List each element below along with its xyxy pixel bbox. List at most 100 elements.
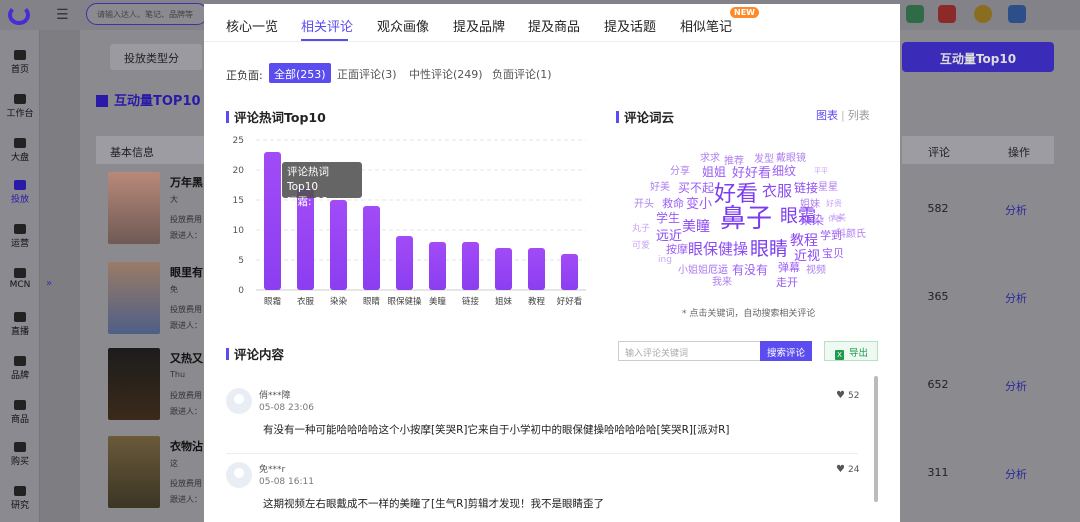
row-title[interactable]: 衣物沾 bbox=[170, 438, 204, 454]
global-search-input[interactable]: 请输入达人、笔记、品牌等 bbox=[86, 3, 208, 25]
analyze-link[interactable]: 分析 bbox=[986, 202, 1046, 218]
cloud-word[interactable]: 作者 bbox=[828, 216, 842, 223]
cloud-word[interactable]: 弹幕 bbox=[778, 262, 800, 273]
cloud-word[interactable]: 分享 bbox=[670, 167, 690, 177]
cloud-word[interactable]: 丸子 bbox=[632, 225, 650, 234]
cloud-word[interactable]: 鼻子 bbox=[720, 206, 772, 232]
cloud-word[interactable]: 链接 bbox=[794, 182, 818, 194]
tab-audience[interactable]: 观众画像 bbox=[377, 16, 429, 35]
table-row[interactable]: 又热又 Thu 投放费用 跟进人： bbox=[96, 348, 204, 428]
row-title[interactable]: 又热又 bbox=[170, 350, 204, 366]
tab-comments[interactable]: 相关评论 bbox=[301, 16, 353, 35]
view-list-toggle[interactable]: 列表 bbox=[848, 109, 870, 122]
nav-brand[interactable]: 品牌 bbox=[0, 356, 40, 381]
filter-all[interactable]: 全部(253) bbox=[269, 63, 331, 83]
cloud-word[interactable]: 姐姐 bbox=[702, 166, 726, 178]
tab-overview[interactable]: 核心一览 bbox=[226, 16, 278, 35]
nav-live[interactable]: 直播 bbox=[0, 312, 40, 337]
cloud-word[interactable]: ing bbox=[658, 256, 672, 265]
cloud-word[interactable]: 我来 bbox=[712, 278, 732, 288]
cloud-word[interactable]: 视频 bbox=[806, 266, 826, 276]
mail-icon[interactable] bbox=[1008, 5, 1026, 23]
cloud-word[interactable]: 按摩 bbox=[666, 244, 688, 255]
cloud-word[interactable]: 变小 bbox=[686, 198, 712, 211]
bar[interactable] bbox=[561, 254, 578, 290]
cloud-word[interactable]: 买不起 bbox=[678, 182, 714, 194]
nav-workbench[interactable]: 工作台 bbox=[0, 94, 40, 119]
expand-icon[interactable]: » bbox=[46, 278, 52, 289]
cloud-word[interactable]: 走开 bbox=[776, 277, 798, 288]
y-tick-label: 5 bbox=[238, 256, 244, 266]
tab-similar-notes[interactable]: 相似笔记 bbox=[680, 16, 732, 35]
cloud-word[interactable]: 学生 bbox=[656, 212, 680, 224]
comment-search-input[interactable]: 输入评论关键词 bbox=[618, 341, 760, 361]
cloud-word[interactable]: 远近 bbox=[656, 230, 682, 243]
bar[interactable] bbox=[363, 206, 380, 290]
cloud-word[interactable]: 开头 bbox=[634, 200, 654, 210]
nav-home[interactable]: 首页 bbox=[0, 50, 40, 75]
cloud-word[interactable]: 平平 bbox=[814, 168, 828, 175]
filter-neutral[interactable]: 中性评论(249) bbox=[404, 63, 488, 83]
cloud-word[interactable]: 美瞳 bbox=[682, 220, 710, 234]
bookmark-icon[interactable] bbox=[906, 5, 924, 23]
cloud-word[interactable]: 教程 bbox=[790, 234, 818, 248]
tab-brands[interactable]: 提及品牌 bbox=[453, 16, 505, 35]
cloud-word[interactable]: 戴眼镜 bbox=[776, 154, 806, 164]
menu-icon[interactable]: ☰ bbox=[56, 7, 69, 23]
filter-positive[interactable]: 正面评论(3) bbox=[332, 63, 402, 83]
row-title[interactable]: 万年黑 bbox=[170, 174, 204, 190]
analyze-link[interactable]: 分析 bbox=[986, 290, 1046, 306]
nav-market[interactable]: 大盘 bbox=[0, 138, 40, 163]
tab-topics[interactable]: 提及话题 bbox=[604, 16, 656, 35]
table-row[interactable]: 衣物沾 这 投放费用 跟进人： bbox=[96, 436, 204, 516]
cloud-word[interactable]: 厄运 bbox=[708, 266, 728, 276]
cloud-word[interactable]: 染染 bbox=[800, 214, 824, 226]
bar[interactable] bbox=[495, 248, 512, 290]
analyze-link[interactable]: 分析 bbox=[986, 466, 1046, 482]
cloud-word[interactable]: 好看 bbox=[714, 184, 758, 206]
top10-button[interactable]: 互动量Top10 bbox=[902, 42, 1054, 72]
apps-icon[interactable] bbox=[938, 5, 956, 23]
bar[interactable] bbox=[264, 152, 281, 290]
cloud-word[interactable]: 好贵 bbox=[826, 200, 842, 208]
nav-operation[interactable]: 运营 bbox=[0, 224, 40, 249]
cloud-word[interactable]: 好好看 bbox=[732, 167, 771, 180]
bar[interactable] bbox=[396, 236, 413, 290]
view-chart-toggle[interactable]: 图表 bbox=[816, 109, 838, 122]
nav-goods[interactable]: 商品 bbox=[0, 400, 40, 425]
cloud-word[interactable]: 星星 bbox=[818, 183, 838, 193]
cloud-word[interactable]: 救命 bbox=[662, 198, 684, 209]
cloud-word[interactable]: 有没有 bbox=[732, 264, 768, 276]
cloud-word[interactable]: 可爱 bbox=[632, 242, 650, 251]
delivery-type-button[interactable]: 投放类型分 bbox=[110, 44, 202, 70]
cloud-word[interactable]: 眼睛 bbox=[750, 240, 788, 259]
cloud-word[interactable]: 发型 bbox=[754, 155, 774, 165]
analyze-link[interactable]: 分析 bbox=[986, 378, 1046, 394]
nav-mcn[interactable]: MCN bbox=[0, 268, 40, 290]
cloud-word[interactable]: 细纹 bbox=[772, 165, 796, 177]
filter-negative[interactable]: 负面评论(1) bbox=[487, 63, 557, 83]
bar[interactable] bbox=[462, 242, 479, 290]
table-row[interactable]: 眼里有 免 投放费用 跟进人： bbox=[96, 262, 204, 342]
cloud-word[interactable]: 求求 bbox=[700, 154, 720, 164]
export-button[interactable]: X 导出 bbox=[824, 341, 878, 361]
table-row[interactable]: 万年黑 大 投放费用 跟进人： bbox=[96, 172, 204, 252]
nav-delivery[interactable]: 投放 bbox=[0, 180, 40, 205]
comments-scrollbar[interactable] bbox=[874, 376, 878, 502]
cloud-word[interactable]: 衣服 bbox=[762, 184, 792, 199]
row-author: 大 bbox=[170, 195, 178, 204]
bar[interactable] bbox=[429, 242, 446, 290]
cloud-word[interactable]: 科颜氏 bbox=[836, 230, 866, 240]
row-title[interactable]: 眼里有 bbox=[170, 264, 204, 280]
cloud-word[interactable]: 小姐姐 bbox=[678, 266, 708, 276]
bar[interactable] bbox=[528, 248, 545, 290]
bar[interactable] bbox=[330, 200, 347, 290]
nav-buy[interactable]: 购买 bbox=[0, 442, 40, 467]
tab-goods[interactable]: 提及商品 bbox=[528, 16, 580, 35]
help-icon[interactable] bbox=[974, 5, 992, 23]
nav-research[interactable]: 研究 bbox=[0, 486, 40, 511]
cloud-word[interactable]: 眼保健操 bbox=[688, 242, 748, 257]
cloud-word[interactable]: 宝贝 bbox=[822, 248, 844, 259]
cloud-word[interactable]: 好美 bbox=[650, 183, 670, 193]
search-comments-button[interactable]: 搜索评论 bbox=[760, 341, 812, 361]
